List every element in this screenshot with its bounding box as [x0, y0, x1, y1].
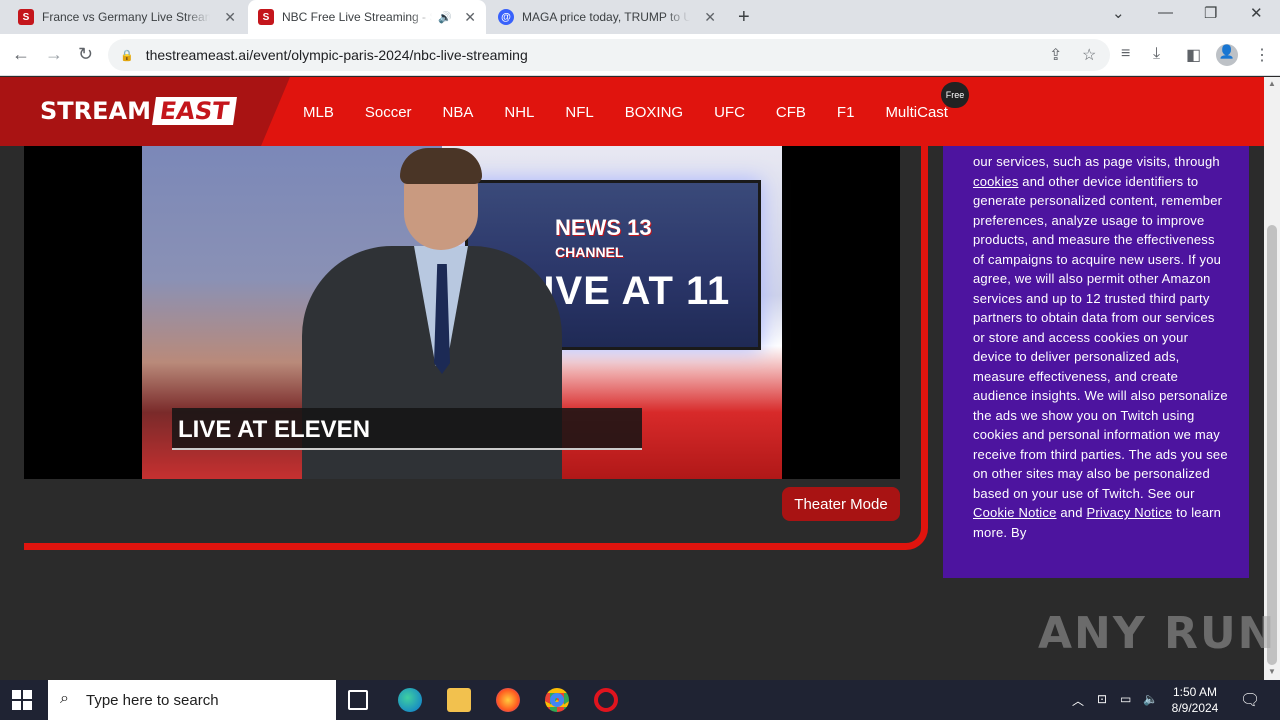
- streameast-favicon-icon: S: [258, 9, 274, 25]
- nav-ufc[interactable]: UFC: [714, 104, 745, 121]
- nav-f1[interactable]: F1: [837, 104, 855, 121]
- theater-mode-button[interactable]: Theater Mode: [782, 487, 900, 521]
- share-icon[interactable]: ⇪: [1049, 45, 1062, 65]
- consent-text: our services, such as page visits, throu…: [973, 152, 1228, 542]
- restore-icon[interactable]: ❐: [1204, 4, 1217, 22]
- anchor-hair: [400, 148, 482, 184]
- monitor-news-logo: NEWS 13 CHANNEL: [555, 217, 652, 261]
- lock-icon[interactable]: 🔒: [120, 49, 134, 62]
- cookie-notice-link[interactable]: Cookie Notice: [973, 505, 1057, 520]
- site-header: STREAM EAST MLB Soccer NBA NHL NFL BOXIN…: [0, 77, 1264, 146]
- menu-dots-icon[interactable]: ⋮: [1254, 45, 1270, 65]
- cookies-link[interactable]: cookies: [973, 174, 1018, 189]
- profile-avatar-icon[interactable]: 👤: [1216, 44, 1238, 66]
- nav-mlb[interactable]: MLB: [303, 104, 334, 121]
- speaker-icon[interactable]: 🔊: [438, 11, 452, 24]
- media-queue-icon[interactable]: ≡: [1121, 45, 1130, 63]
- scrollbar-thumb[interactable]: [1267, 225, 1277, 665]
- clock-date: 8/9/2024: [1171, 701, 1219, 715]
- clock-time: 1:50 AM: [1172, 685, 1218, 699]
- tab-search-icon[interactable]: ⌄: [1112, 4, 1125, 22]
- toolbar: ← → ↻ 🔒 thestreameast.ai/event/olympic-p…: [0, 34, 1280, 76]
- nav-nhl[interactable]: NHL: [504, 104, 534, 121]
- coinmarketcap-favicon-icon: @: [498, 9, 514, 25]
- reload-icon[interactable]: ↻: [78, 44, 93, 65]
- consent-text-1: our services, such as page visits, throu…: [973, 154, 1220, 169]
- notifications-icon[interactable]: 🗨: [1240, 690, 1260, 710]
- nav-nfl[interactable]: NFL: [565, 104, 593, 121]
- tray-chevron-icon[interactable]: ︿: [1072, 692, 1084, 709]
- chrome-icon[interactable]: [545, 688, 569, 712]
- main-nav: MLB Soccer NBA NHL NFL BOXING UFC CFB F1…: [303, 104, 979, 121]
- opera-icon[interactable]: [594, 688, 618, 712]
- task-view-icon[interactable]: [348, 690, 368, 710]
- file-explorer-icon[interactable]: [447, 688, 471, 712]
- volume-icon[interactable]: 🔈: [1143, 692, 1158, 706]
- wifi-icon[interactable]: ▭: [1120, 692, 1131, 706]
- forward-icon[interactable]: →: [45, 44, 63, 65]
- edge-icon[interactable]: [398, 688, 422, 712]
- taskbar-clock[interactable]: 1:50 AM 8/9/2024: [1166, 684, 1224, 716]
- nav-multicast[interactable]: MultiCast: [885, 104, 948, 121]
- tab-title: NBC Free Live Streaming - Stream: [282, 10, 432, 24]
- streameast-logo[interactable]: STREAM EAST: [40, 97, 237, 125]
- close-tab-icon[interactable]: ✕: [464, 9, 476, 26]
- close-window-icon[interactable]: ✕: [1250, 4, 1263, 22]
- new-tab-button[interactable]: +: [738, 6, 750, 29]
- close-tab-icon[interactable]: ✕: [224, 9, 236, 26]
- free-badge: Free: [941, 82, 969, 108]
- minimize-icon[interactable]: —: [1158, 4, 1173, 21]
- url-text: thestreameast.ai/event/olympic-paris-202…: [145, 47, 528, 63]
- cookie-consent-panel: our services, such as page visits, throu…: [943, 146, 1249, 578]
- download-icon[interactable]: ⤓: [1153, 45, 1160, 63]
- page-scrollbar[interactable]: ▲ ▼: [1264, 77, 1280, 680]
- monitor-news-text: NEWS 13: [555, 215, 652, 240]
- nav-nba[interactable]: NBA: [443, 104, 474, 121]
- privacy-notice-link[interactable]: Privacy Notice: [1086, 505, 1172, 520]
- bookmark-star-icon[interactable]: ☆: [1082, 45, 1096, 65]
- tab-title: MAGA price today, TRUMP to USD: [522, 10, 690, 24]
- tab-maga-price[interactable]: @ MAGA price today, TRUMP to USD ✕: [488, 0, 726, 34]
- video-player[interactable]: NEWS 13 CHANNEL LIVE AT 11 LIVE AT ELEVE…: [24, 146, 900, 479]
- streameast-favicon-icon: S: [18, 9, 34, 25]
- lower-third-text: LIVE AT ELEVEN: [178, 416, 371, 443]
- tab-nbc-live[interactable]: S NBC Free Live Streaming - Stream 🔊 ✕: [248, 0, 486, 34]
- back-icon[interactable]: ←: [12, 44, 30, 65]
- nav-boxing[interactable]: BOXING: [625, 104, 683, 121]
- search-placeholder: Type here to search: [86, 691, 219, 709]
- scroll-up-icon[interactable]: ▲: [1268, 79, 1276, 88]
- scroll-down-icon[interactable]: ▼: [1268, 667, 1276, 676]
- lower-third-banner: LIVE AT ELEVEN: [172, 408, 642, 450]
- logo-stream: STREAM: [40, 97, 151, 125]
- logo-east: EAST: [152, 97, 237, 125]
- tab-france-germany[interactable]: S France vs Germany Live Streaming ✕: [8, 0, 246, 34]
- firefox-icon[interactable]: [496, 688, 520, 712]
- taskbar-search[interactable]: ⌕ Type here to search: [48, 680, 336, 720]
- consent-text-3: and: [1056, 505, 1087, 520]
- address-bar[interactable]: 🔒 thestreameast.ai/event/olympic-paris-2…: [108, 39, 1110, 71]
- anyrun-watermark: ANY RUN: [1038, 608, 1277, 659]
- nav-soccer[interactable]: Soccer: [365, 104, 412, 121]
- windows-start-icon[interactable]: [12, 690, 32, 710]
- close-tab-icon[interactable]: ✕: [704, 9, 716, 26]
- consent-text-2: and other device identifiers to generate…: [973, 173, 1228, 501]
- side-panel-icon[interactable]: ◧: [1186, 45, 1201, 65]
- nav-cfb[interactable]: CFB: [776, 104, 806, 121]
- monitor-channel-text: CHANNEL: [555, 244, 624, 260]
- search-icon: ⌕: [60, 690, 69, 707]
- tab-strip: S France vs Germany Live Streaming ✕ S N…: [0, 0, 1280, 34]
- tab-title: France vs Germany Live Streaming: [42, 10, 210, 24]
- network-icon[interactable]: ⊡: [1097, 692, 1107, 706]
- windows-taskbar: ⌕ Type here to search ︿ ⊡ ▭ 🔈 1:50 AM 8/…: [0, 680, 1280, 720]
